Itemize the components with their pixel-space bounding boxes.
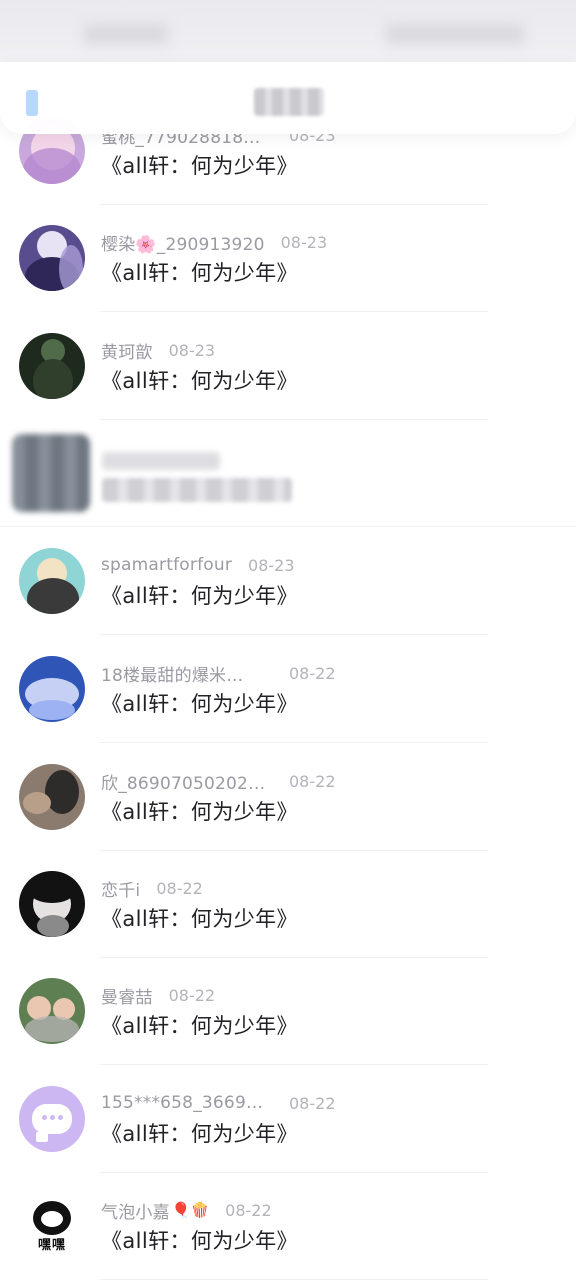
list-item[interactable]: 恋千i 08-22 《all轩：何为少年》 xyxy=(0,851,576,958)
list-item[interactable]: 欣_86907050202… 08-22 《all轩：何为少年》 xyxy=(0,744,576,851)
date: 08-22 xyxy=(225,1200,272,1220)
avatar[interactable] xyxy=(19,1086,85,1152)
work-title[interactable]: 《all轩：何为少年》 xyxy=(101,1118,298,1148)
work-title[interactable]: 《all轩：何为少年》 xyxy=(101,150,298,180)
username[interactable]: spamartforfour xyxy=(101,555,232,575)
list-item[interactable]: 樱染🌸_290913920 08-23 《all轩：何为少年》 xyxy=(0,205,576,312)
avatar[interactable] xyxy=(19,333,85,399)
comment-list: 蜜桃_779028818… 08-23 《all轩：何为少年》 樱染🌸_2909… xyxy=(0,0,576,1280)
date: 08-22 xyxy=(156,878,203,898)
date: 08-23 xyxy=(280,232,328,252)
status-bar xyxy=(0,0,576,64)
header-bar xyxy=(0,62,576,134)
avatar[interactable] xyxy=(19,978,85,1044)
date: 08-23 xyxy=(168,340,216,360)
back-button[interactable] xyxy=(26,90,38,116)
work-title[interactable]: 《all轩：何为少年》 xyxy=(101,580,298,610)
divider xyxy=(100,634,488,635)
list-item[interactable]: 曼睿喆 08-22 《all轩：何为少年》 xyxy=(0,958,576,1065)
avatar[interactable] xyxy=(19,225,85,291)
username[interactable]: 18楼最甜的爆米… xyxy=(101,661,273,686)
work-title[interactable]: 《all轩：何为少年》 xyxy=(101,1010,298,1040)
avatar xyxy=(12,434,90,512)
date: 08-22 xyxy=(289,663,336,683)
list-item[interactable]: 嘿嘿 气泡小嘉 🎈🍿 08-22 《all轩：何为少年》 xyxy=(0,1173,576,1280)
list-item[interactable]: 18楼最甜的爆米… 08-22 《all轩：何为少年》 xyxy=(0,636,576,743)
work-title[interactable]: 《all轩：何为少年》 xyxy=(101,903,298,933)
username[interactable]: 樱染🌸_290913920 xyxy=(101,230,265,255)
page-title xyxy=(254,88,324,116)
username[interactable]: 恋千i xyxy=(101,876,140,901)
username[interactable]: 155***658_36695… xyxy=(101,1093,273,1113)
username[interactable]: 黄珂歆 xyxy=(101,338,153,363)
username[interactable]: 欣_86907050202… xyxy=(101,769,273,794)
username[interactable]: 曼睿喆 xyxy=(101,983,153,1008)
work-title[interactable]: 《all轩：何为少年》 xyxy=(101,1225,298,1255)
avatar[interactable] xyxy=(19,871,85,937)
date: 08-22 xyxy=(289,1093,336,1113)
avatar[interactable] xyxy=(19,764,85,830)
work-title[interactable]: 《all轩：何为少年》 xyxy=(101,688,298,718)
username-redacted xyxy=(102,452,220,470)
divider xyxy=(100,311,488,312)
work-title[interactable]: 《all轩：何为少年》 xyxy=(101,796,298,826)
avatar[interactable] xyxy=(19,656,85,722)
date: 08-23 xyxy=(248,555,295,575)
work-title[interactable]: 《all轩：何为少年》 xyxy=(101,257,298,287)
avatar[interactable] xyxy=(19,548,85,614)
divider xyxy=(100,742,488,743)
username[interactable]: 气泡小嘉 xyxy=(101,1198,170,1223)
divider xyxy=(100,1064,488,1065)
list-item[interactable]: 155***658_36695… 08-22 《all轩：何为少年》 xyxy=(0,1066,576,1173)
avatar[interactable]: 嘿嘿 xyxy=(19,1193,85,1259)
date: 08-22 xyxy=(168,985,216,1005)
title-redacted xyxy=(102,478,292,502)
emoji: 🎈🍿 xyxy=(171,1201,210,1219)
list-item-blurred xyxy=(0,420,576,527)
list-item[interactable]: 黄珂歆 08-23 《all轩：何为少年》 xyxy=(0,313,576,420)
date: 08-22 xyxy=(289,771,336,791)
divider xyxy=(0,526,576,527)
list-item[interactable]: spamartforfour 08-23 《all轩：何为少年》 xyxy=(0,528,576,635)
work-title[interactable]: 《all轩：何为少年》 xyxy=(101,365,298,395)
